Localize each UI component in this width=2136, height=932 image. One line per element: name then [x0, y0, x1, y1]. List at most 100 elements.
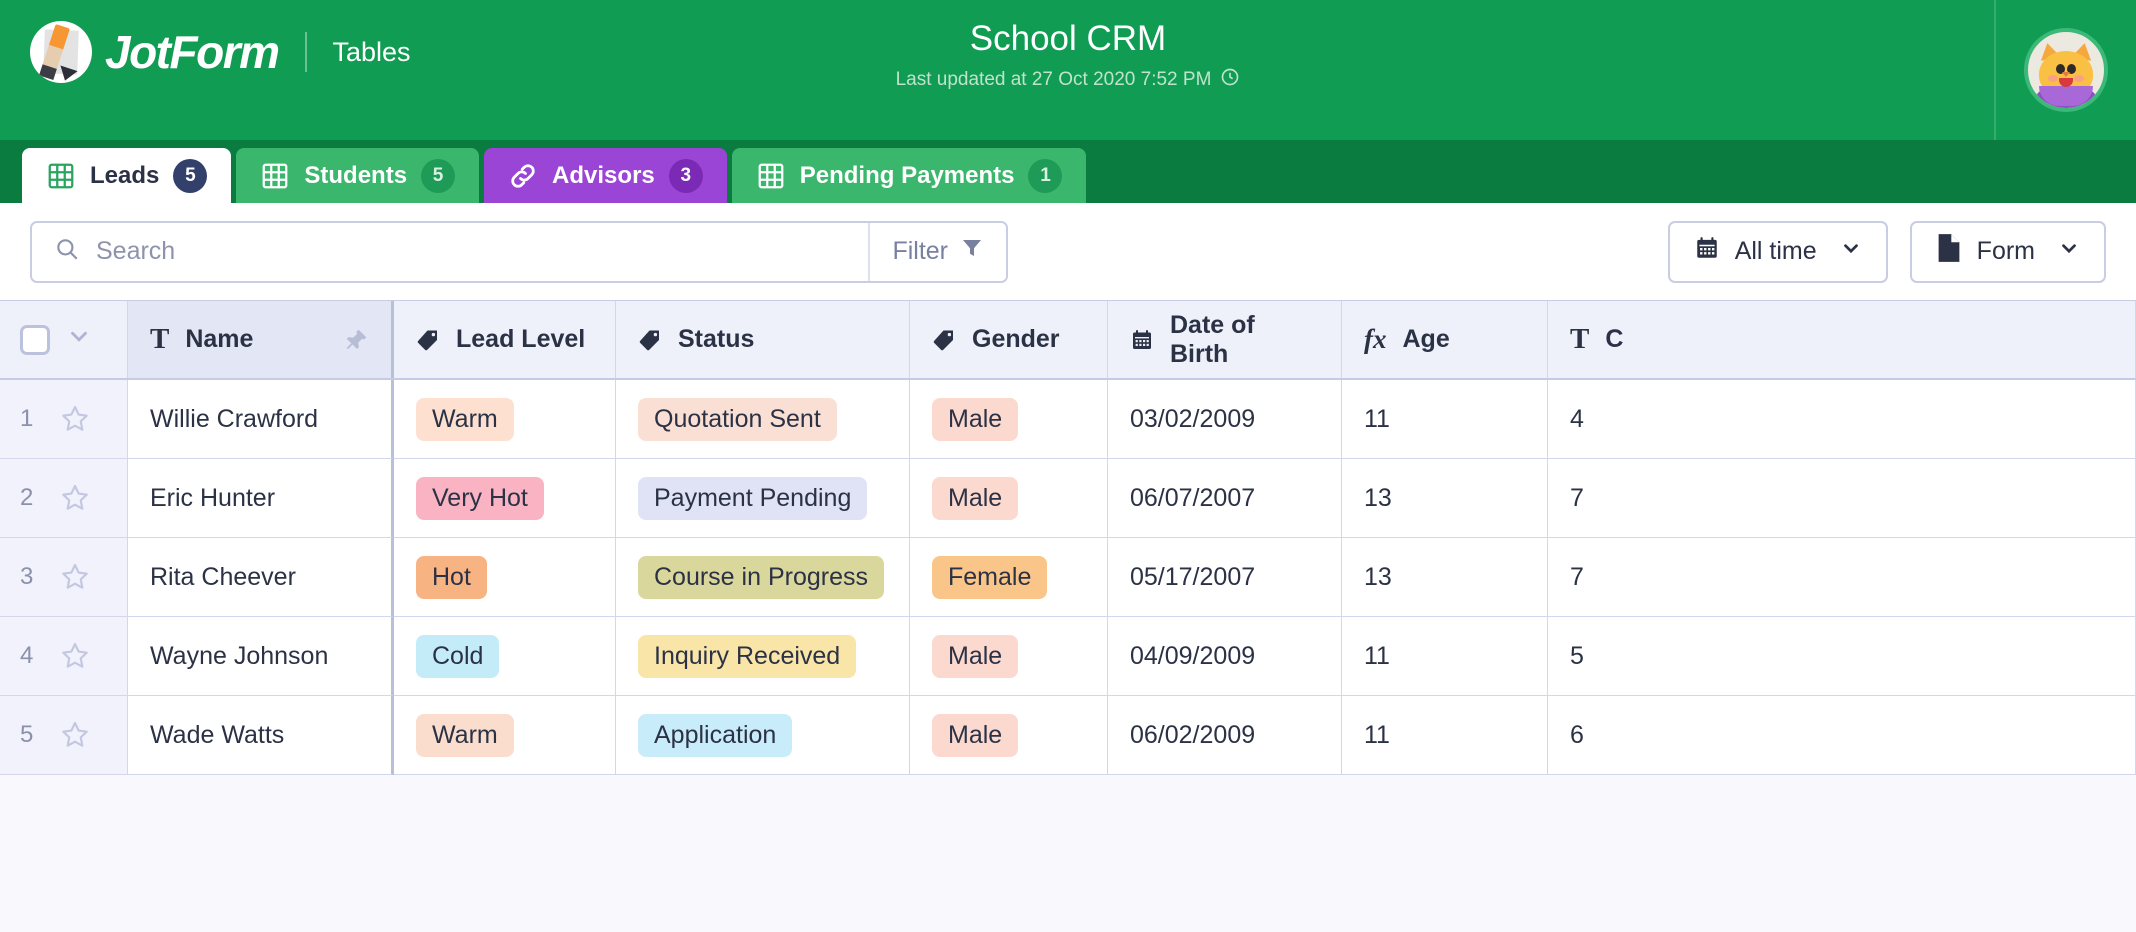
- cell-truncated[interactable]: 6: [1548, 696, 2136, 775]
- cell-gender[interactable]: Male: [910, 459, 1108, 538]
- column-header-name[interactable]: T Name: [128, 301, 394, 378]
- search-bar: Filter: [30, 220, 1008, 283]
- avatar[interactable]: [2024, 28, 2108, 112]
- calendar-type-icon: [1130, 328, 1154, 352]
- column-header-age[interactable]: fx Age: [1342, 301, 1548, 378]
- cell-age[interactable]: 11: [1342, 617, 1548, 696]
- row-index-cell[interactable]: 5: [0, 696, 128, 775]
- search-field[interactable]: [32, 223, 869, 281]
- app-header: JotForm Tables School CRM Last updated a…: [0, 0, 2136, 140]
- cell-value: Wayne Johnson: [150, 641, 329, 670]
- cell-name[interactable]: Wayne Johnson: [128, 617, 394, 696]
- document-icon: [1936, 233, 1962, 270]
- table-row[interactable]: 1 Willie Crawford Warm Quotation Sent Ma…: [0, 380, 2136, 459]
- row-number: 4: [20, 642, 34, 669]
- column-header-truncated[interactable]: T C: [1548, 301, 2136, 378]
- cell-age[interactable]: 11: [1342, 696, 1548, 775]
- table-row[interactable]: 3 Rita Cheever Hot Course in Progress Fe…: [0, 538, 2136, 617]
- lead-level-badge: Warm: [416, 713, 514, 757]
- cell-status[interactable]: Quotation Sent: [616, 380, 910, 459]
- cell-status[interactable]: Course in Progress: [616, 538, 910, 617]
- filter-label: Filter: [892, 237, 948, 265]
- date-range-label: All time: [1734, 237, 1817, 265]
- lead-level-badge: Very Hot: [416, 476, 544, 520]
- cell-name[interactable]: Eric Hunter: [128, 459, 394, 538]
- cell-name[interactable]: Rita Cheever: [128, 538, 394, 617]
- cell-date-of-birth[interactable]: 06/02/2009: [1108, 696, 1342, 775]
- table-tabs: Leads 5 Students 5 Advisors 3 Pending Pa…: [0, 140, 2136, 203]
- brand-divider: [304, 32, 307, 72]
- column-header-gender[interactable]: Gender: [910, 301, 1108, 378]
- gender-badge: Female: [932, 555, 1048, 599]
- star-icon[interactable]: [59, 719, 91, 751]
- star-icon[interactable]: [59, 640, 91, 672]
- cell-status[interactable]: Application: [616, 696, 910, 775]
- cell-lead-level[interactable]: Hot: [394, 538, 616, 617]
- cell-name[interactable]: Willie Crawford: [128, 380, 394, 459]
- table-row[interactable]: 5 Wade Watts Warm Application Male 06/02…: [0, 696, 2136, 775]
- cell-lead-level[interactable]: Cold: [394, 617, 616, 696]
- source-button[interactable]: Form: [1909, 220, 2106, 283]
- column-label: Gender: [972, 325, 1060, 353]
- cell-gender[interactable]: Male: [910, 617, 1108, 696]
- cell-lead-level[interactable]: Warm: [394, 380, 616, 459]
- tab-count-badge: 3: [668, 158, 703, 193]
- gender-badge: Male: [932, 397, 1019, 441]
- cell-gender[interactable]: Female: [910, 538, 1108, 617]
- column-header-date-of-birth[interactable]: Date of Birth: [1108, 301, 1342, 378]
- cell-value: Eric Hunter: [150, 483, 276, 512]
- funnel-icon: [960, 236, 984, 267]
- row-index-cell[interactable]: 4: [0, 617, 128, 696]
- row-index-cell[interactable]: 2: [0, 459, 128, 538]
- select-all-cell: [0, 301, 128, 378]
- table-row[interactable]: 4 Wayne Johnson Cold Inquiry Received Ma…: [0, 617, 2136, 696]
- cell-date-of-birth[interactable]: 04/09/2009: [1108, 617, 1342, 696]
- cell-status[interactable]: Inquiry Received: [616, 617, 910, 696]
- cell-value: 7: [1570, 483, 1584, 512]
- search-icon: [54, 236, 80, 267]
- cell-date-of-birth[interactable]: 06/07/2007: [1108, 459, 1342, 538]
- cell-truncated[interactable]: 7: [1548, 538, 2136, 617]
- grid-icon: [756, 161, 786, 191]
- header-right: [1994, 0, 2136, 140]
- status-badge: Application: [638, 713, 793, 757]
- tab-leads[interactable]: Leads 5: [22, 148, 232, 203]
- cell-value: 6: [1570, 720, 1584, 749]
- search-input[interactable]: [96, 237, 869, 266]
- row-index-cell[interactable]: 3: [0, 538, 128, 617]
- cell-date-of-birth[interactable]: 05/17/2007: [1108, 538, 1342, 617]
- cell-gender[interactable]: Male: [910, 696, 1108, 775]
- column-header-lead-level[interactable]: Lead Level: [394, 301, 616, 378]
- cell-gender[interactable]: Male: [910, 380, 1108, 459]
- cell-truncated[interactable]: 5: [1548, 617, 2136, 696]
- cell-truncated[interactable]: 7: [1548, 459, 2136, 538]
- status-badge: Payment Pending: [638, 476, 868, 520]
- star-icon[interactable]: [59, 403, 91, 435]
- cell-status[interactable]: Payment Pending: [616, 459, 910, 538]
- tab-students[interactable]: Students 5: [236, 148, 480, 203]
- date-range-button[interactable]: All time: [1667, 220, 1888, 283]
- star-icon[interactable]: [59, 482, 91, 514]
- lead-level-badge: Warm: [416, 397, 514, 441]
- row-index-cell[interactable]: 1: [0, 380, 128, 459]
- clock-icon: [1220, 67, 1240, 91]
- cell-value: 05/17/2007: [1130, 562, 1256, 591]
- brand-name: JotForm: [105, 26, 280, 78]
- cell-age[interactable]: 13: [1342, 459, 1548, 538]
- cell-age[interactable]: 13: [1342, 538, 1548, 617]
- cell-truncated[interactable]: 4: [1548, 380, 2136, 459]
- chevron-down-icon[interactable]: [66, 323, 92, 356]
- tab-advisors[interactable]: Advisors 3: [484, 148, 727, 203]
- cell-date-of-birth[interactable]: 03/02/2009: [1108, 380, 1342, 459]
- column-header-status[interactable]: Status: [616, 301, 910, 378]
- cell-lead-level[interactable]: Very Hot: [394, 459, 616, 538]
- table-row[interactable]: 2 Eric Hunter Very Hot Payment Pending M…: [0, 459, 2136, 538]
- filter-button[interactable]: Filter: [868, 222, 1006, 281]
- cell-age[interactable]: 11: [1342, 380, 1548, 459]
- cell-name[interactable]: Wade Watts: [128, 696, 394, 775]
- tab-pending-payments[interactable]: Pending Payments 1: [731, 148, 1087, 203]
- cell-lead-level[interactable]: Warm: [394, 696, 616, 775]
- select-all-checkbox[interactable]: [20, 324, 50, 355]
- star-icon[interactable]: [59, 561, 91, 593]
- pin-icon[interactable]: [343, 327, 369, 353]
